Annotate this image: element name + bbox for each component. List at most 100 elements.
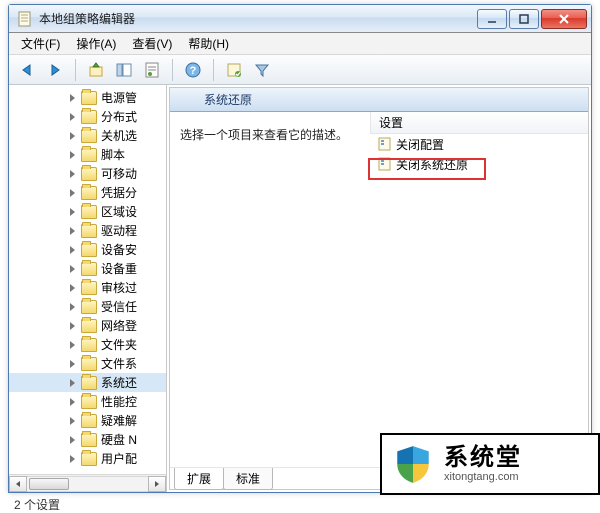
tree[interactable]: 电源管分布式关机选脚本可移动凭据分区域设驱动程设备安设备重审核过受信任网络登文件… bbox=[9, 85, 166, 474]
tree-node[interactable]: 设备安 bbox=[9, 240, 166, 259]
expand-icon[interactable] bbox=[67, 377, 79, 389]
expand-icon[interactable] bbox=[67, 263, 79, 275]
expand-icon[interactable] bbox=[67, 358, 79, 370]
tree-node[interactable]: 驱动程 bbox=[9, 221, 166, 240]
tree-node[interactable]: 受信任 bbox=[9, 297, 166, 316]
scroll-left-button[interactable] bbox=[9, 476, 27, 492]
close-button[interactable] bbox=[541, 9, 587, 29]
folder-icon bbox=[81, 91, 97, 105]
right-header: 系统还原 bbox=[170, 88, 588, 112]
tree-node[interactable]: 区域设 bbox=[9, 202, 166, 221]
expand-icon[interactable] bbox=[67, 244, 79, 256]
expand-icon[interactable] bbox=[67, 149, 79, 161]
folder-icon bbox=[81, 414, 97, 428]
back-button[interactable] bbox=[15, 58, 39, 82]
watermark-title: 系统堂 bbox=[444, 445, 522, 471]
tree-node-label: 设备重 bbox=[101, 260, 137, 277]
tree-node[interactable]: 电源管 bbox=[9, 88, 166, 107]
expand-icon[interactable] bbox=[67, 339, 79, 351]
tree-node-label: 硬盘 N bbox=[101, 431, 137, 448]
tree-node-label: 可移动 bbox=[101, 165, 137, 182]
expand-icon[interactable] bbox=[67, 320, 79, 332]
folder-icon bbox=[81, 262, 97, 276]
forward-button[interactable] bbox=[43, 58, 67, 82]
folder-icon bbox=[81, 243, 97, 257]
setting-item[interactable]: 关闭系统还原 bbox=[372, 154, 588, 174]
tree-node-label: 凭据分 bbox=[101, 184, 137, 201]
tree-node[interactable]: 用户配 bbox=[9, 449, 166, 468]
folder-icon bbox=[81, 376, 97, 390]
tree-node[interactable]: 性能控 bbox=[9, 392, 166, 411]
right-pane: 系统还原 选择一个项目来查看它的描述。 设置 关闭配置关闭系统还原 扩展 标准 bbox=[167, 85, 591, 492]
tree-node-label: 设备安 bbox=[101, 241, 137, 258]
expand-icon[interactable] bbox=[67, 111, 79, 123]
expand-icon[interactable] bbox=[67, 225, 79, 237]
menu-file[interactable]: 文件(F) bbox=[13, 33, 68, 54]
tree-node-label: 脚本 bbox=[101, 146, 125, 163]
policy-icon bbox=[378, 157, 392, 171]
folder-icon bbox=[81, 338, 97, 352]
minimize-button[interactable] bbox=[477, 9, 507, 29]
expand-icon[interactable] bbox=[67, 301, 79, 313]
watermark-url: xitongtang.com bbox=[444, 471, 522, 483]
right-content: 选择一个项目来查看它的描述。 设置 关闭配置关闭系统还原 bbox=[170, 112, 588, 467]
tree-node-label: 关机选 bbox=[101, 127, 137, 144]
app-icon bbox=[17, 11, 33, 27]
settings-column-header[interactable]: 设置 bbox=[370, 112, 588, 134]
tree-node[interactable]: 设备重 bbox=[9, 259, 166, 278]
expand-icon[interactable] bbox=[67, 415, 79, 427]
policy-button[interactable] bbox=[222, 58, 246, 82]
expand-icon[interactable] bbox=[67, 396, 79, 408]
tree-node-label: 审核过 bbox=[101, 279, 137, 296]
folder-icon bbox=[81, 357, 97, 371]
scroll-thumb[interactable] bbox=[29, 478, 69, 490]
tab-extended[interactable]: 扩展 bbox=[174, 468, 224, 490]
help-button[interactable]: ? bbox=[181, 58, 205, 82]
tree-node-label: 文件夹 bbox=[101, 336, 137, 353]
filter-button[interactable] bbox=[250, 58, 274, 82]
expand-icon[interactable] bbox=[67, 92, 79, 104]
setting-item[interactable]: 关闭配置 bbox=[372, 134, 588, 154]
tree-node[interactable]: 文件夹 bbox=[9, 335, 166, 354]
folder-icon bbox=[178, 92, 196, 107]
scroll-track[interactable] bbox=[27, 476, 148, 492]
menu-view[interactable]: 查看(V) bbox=[124, 33, 180, 54]
maximize-button[interactable] bbox=[509, 9, 539, 29]
expand-icon[interactable] bbox=[67, 206, 79, 218]
watermark: 系统堂 xitongtang.com bbox=[380, 433, 600, 495]
expand-icon[interactable] bbox=[67, 168, 79, 180]
tree-node-label: 分布式 bbox=[101, 108, 137, 125]
expand-icon[interactable] bbox=[67, 453, 79, 465]
tree-node-label: 驱动程 bbox=[101, 222, 137, 239]
tree-node[interactable]: 文件系 bbox=[9, 354, 166, 373]
tree-node[interactable]: 可移动 bbox=[9, 164, 166, 183]
tree-hscrollbar[interactable] bbox=[9, 474, 166, 492]
tree-node[interactable]: 凭据分 bbox=[9, 183, 166, 202]
tree-node[interactable]: 系统还 bbox=[9, 373, 166, 392]
tab-standard[interactable]: 标准 bbox=[223, 468, 273, 490]
properties-button[interactable] bbox=[140, 58, 164, 82]
tree-node[interactable]: 审核过 bbox=[9, 278, 166, 297]
tree-node[interactable]: 硬盘 N bbox=[9, 430, 166, 449]
menu-action[interactable]: 操作(A) bbox=[68, 33, 124, 54]
show-hide-tree-button[interactable] bbox=[112, 58, 136, 82]
folder-icon bbox=[81, 205, 97, 219]
menu-help[interactable]: 帮助(H) bbox=[180, 33, 237, 54]
titlebar: 本地组策略编辑器 bbox=[9, 5, 591, 33]
expand-icon[interactable] bbox=[67, 187, 79, 199]
tree-node[interactable]: 关机选 bbox=[9, 126, 166, 145]
tree-node[interactable]: 网络登 bbox=[9, 316, 166, 335]
tree-node-label: 疑难解 bbox=[101, 412, 137, 429]
tree-node[interactable]: 脚本 bbox=[9, 145, 166, 164]
tree-node-label: 性能控 bbox=[101, 393, 137, 410]
expand-icon[interactable] bbox=[67, 282, 79, 294]
folder-icon bbox=[81, 224, 97, 238]
up-button[interactable] bbox=[84, 58, 108, 82]
tree-node[interactable]: 疑难解 bbox=[9, 411, 166, 430]
svg-text:?: ? bbox=[190, 65, 197, 77]
expand-icon[interactable] bbox=[67, 434, 79, 446]
tree-node[interactable]: 分布式 bbox=[9, 107, 166, 126]
expand-icon[interactable] bbox=[67, 130, 79, 142]
scroll-right-button[interactable] bbox=[148, 476, 166, 492]
folder-icon bbox=[81, 281, 97, 295]
